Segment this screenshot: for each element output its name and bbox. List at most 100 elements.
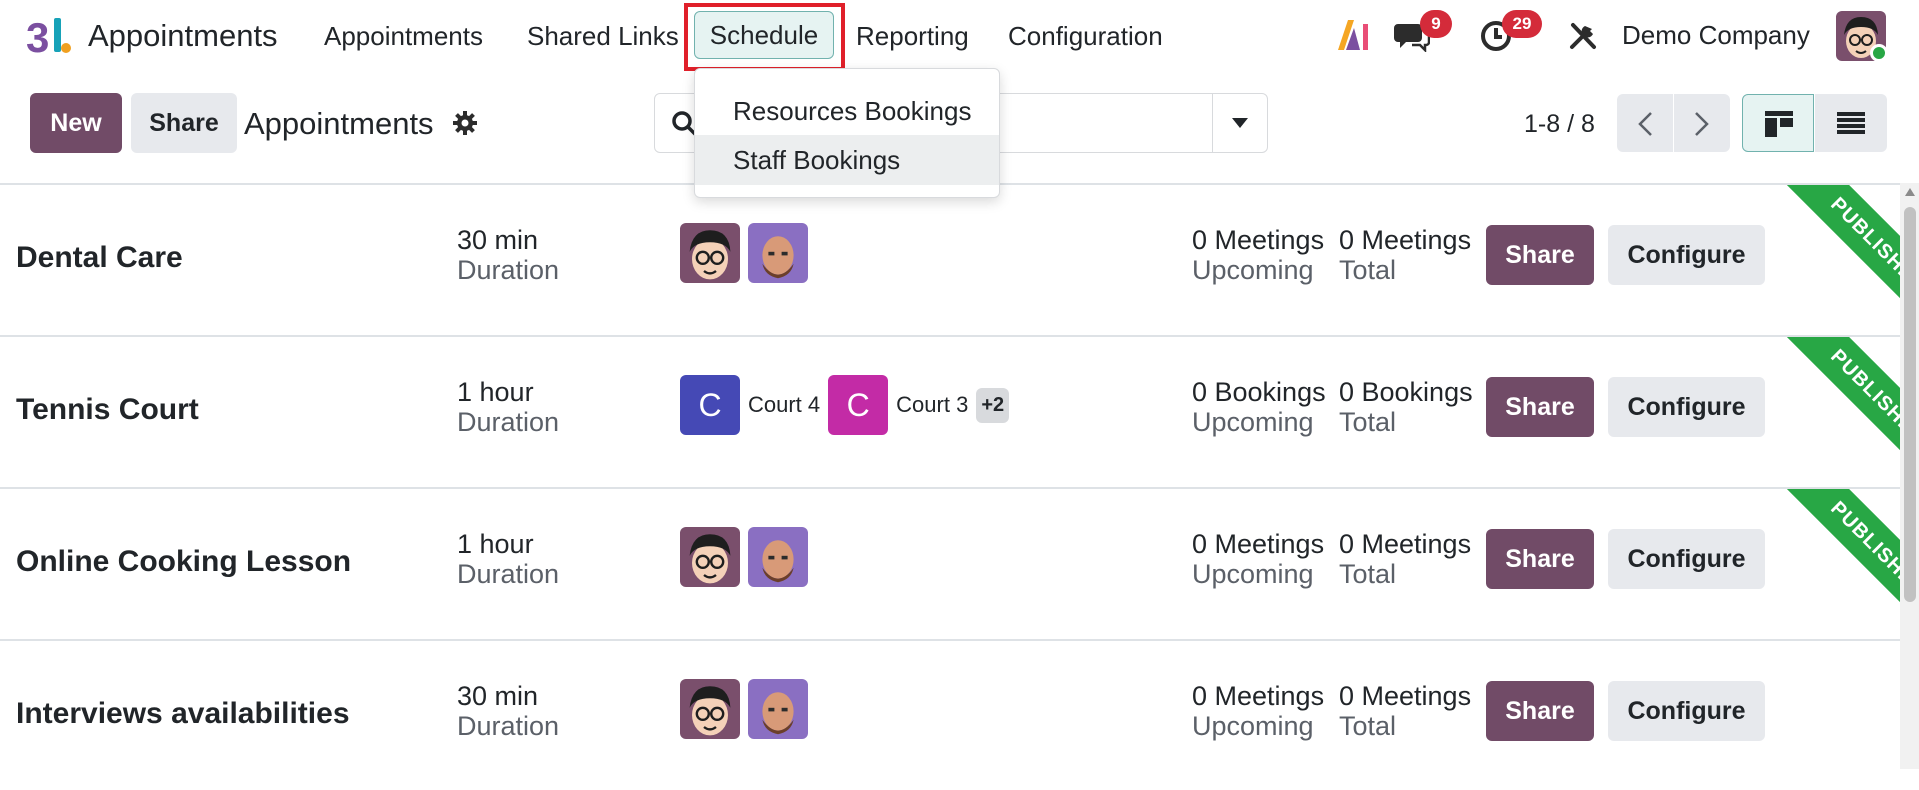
upcoming-value: 0 Meetings (1192, 529, 1325, 559)
upcoming-value: 0 Meetings (1192, 225, 1325, 255)
published-ribbon: PUBLISHED (1740, 185, 1900, 334)
duration-label: Duration (457, 255, 560, 285)
appointment-name: Interviews availabilities (16, 697, 350, 730)
pager-previous-button[interactable] (1617, 94, 1673, 152)
appointments-app-logo[interactable]: 3 (26, 14, 76, 58)
menu-configuration[interactable]: Configuration (1008, 20, 1163, 52)
menu-schedule[interactable]: Schedule (694, 11, 834, 59)
total-value: 0 Bookings (1339, 377, 1473, 407)
duration-label: Duration (457, 407, 560, 437)
scrollbar[interactable] (1900, 183, 1919, 769)
published-ribbon: PUBLISHED (1740, 337, 1900, 486)
row-share-button[interactable]: Share (1486, 681, 1594, 741)
row-share-button[interactable]: Share (1486, 225, 1594, 285)
staff-avatars (680, 527, 816, 587)
scroll-up-arrow[interactable] (1905, 188, 1915, 196)
duration-value: 1 hour (457, 529, 534, 559)
menu-item-staff-bookings[interactable]: Staff Bookings (695, 135, 999, 185)
resource-avatars: C Court 4 C Court 3 +2 (680, 375, 1010, 435)
duration-label: Duration (457, 711, 560, 741)
appointment-name: Online Cooking Lesson (16, 545, 352, 578)
list-view-button[interactable] (1815, 94, 1887, 152)
total-label: Total (1339, 559, 1397, 589)
upcoming-label: Upcoming (1192, 255, 1314, 285)
row-share-button[interactable]: Share (1486, 377, 1594, 437)
published-ribbon: PUBLISHED (1740, 489, 1900, 638)
list-icon (1837, 112, 1865, 134)
upcoming-value: 0 Bookings (1192, 377, 1326, 407)
debug-tools-icon[interactable] (1567, 20, 1599, 52)
staff-avatar[interactable] (680, 223, 740, 283)
total-label: Total (1339, 407, 1397, 437)
total-stat: 0 Meetings Total (1339, 681, 1471, 741)
new-button[interactable]: New (30, 93, 122, 153)
resource-avatar[interactable]: C (828, 375, 889, 435)
upcoming-value: 0 Meetings (1192, 681, 1325, 711)
ai-icon[interactable] (1336, 18, 1370, 52)
total-stat: 0 Bookings Total (1339, 377, 1473, 437)
appointment-name: Tennis Court (16, 393, 199, 426)
upcoming-stat: 0 Meetings Upcoming (1192, 681, 1324, 741)
duration-value: 30 min (457, 681, 539, 711)
ribbon-label: PUBLISHED (1777, 185, 1900, 334)
schedule-dropdown-menu: Resources Bookings Staff Bookings (694, 68, 1000, 198)
menu-shared-links[interactable]: Shared Links (527, 20, 679, 52)
appointment-name: Dental Care (16, 241, 183, 274)
scrollbar-thumb[interactable] (1904, 207, 1916, 602)
upcoming-label: Upcoming (1192, 559, 1314, 589)
menu-appointments[interactable]: Appointments (324, 20, 483, 52)
list-item[interactable]: Online Cooking Lesson 1 hour Duration 0 … (0, 487, 1900, 638)
staff-avatar[interactable] (748, 527, 808, 587)
total-value: 0 Meetings (1339, 681, 1472, 711)
more-resources-badge[interactable]: +2 (976, 387, 1010, 423)
staff-avatar[interactable] (748, 679, 808, 739)
total-value: 0 Meetings (1339, 529, 1472, 559)
list-item[interactable]: Dental Care 30 min Duration 0 Meetings U… (0, 183, 1900, 334)
menu-reporting[interactable]: Reporting (856, 20, 969, 52)
caret-down-icon (1232, 118, 1248, 128)
resource-avatar[interactable]: C (680, 375, 740, 435)
breadcrumb-title: Appointments (244, 106, 434, 141)
messages-badge: 9 (1420, 10, 1452, 38)
total-label: Total (1339, 711, 1397, 741)
search-options-toggle[interactable] (1212, 94, 1268, 152)
duration-block: 30 min Duration (457, 225, 559, 285)
kanban-icon (1765, 111, 1793, 137)
upcoming-label: Upcoming (1192, 711, 1314, 741)
share-button[interactable]: Share (131, 93, 237, 153)
pager-value[interactable]: 1-8 / 8 (1524, 110, 1595, 139)
total-stat: 0 Meetings Total (1339, 529, 1471, 589)
online-status-dot (1870, 44, 1888, 62)
resource-label: Court 4 (748, 392, 821, 417)
total-value: 0 Meetings (1339, 225, 1472, 255)
configure-button[interactable]: Configure (1608, 681, 1765, 741)
total-stat: 0 Meetings Total (1339, 225, 1471, 285)
list-item[interactable]: Interviews availabilities 30 min Duratio… (0, 639, 1900, 790)
duration-value: 1 hour (457, 377, 534, 407)
menu-item-resources-bookings[interactable]: Resources Bookings (695, 86, 999, 136)
activities-badge: 29 (1502, 10, 1542, 38)
ribbon-label: PUBLISHED (1777, 489, 1900, 638)
duration-block: 30 min Duration (457, 681, 559, 741)
row-share-button[interactable]: Share (1486, 529, 1594, 589)
upcoming-stat: 0 Meetings Upcoming (1192, 529, 1324, 589)
staff-avatar[interactable] (748, 223, 808, 283)
staff-avatar[interactable] (680, 679, 740, 739)
company-switcher[interactable]: Demo Company (1622, 20, 1810, 51)
duration-block: 1 hour Duration (457, 377, 559, 437)
staff-avatar[interactable] (680, 527, 740, 587)
resource-label: Court 3 (896, 392, 969, 417)
upcoming-stat: 0 Bookings Upcoming (1192, 377, 1326, 437)
list-item[interactable]: Tennis Court 1 hour Duration C Court 4 C… (0, 335, 1900, 486)
chevron-right-icon (1695, 112, 1709, 136)
chevron-left-icon (1638, 112, 1652, 136)
gear-icon[interactable] (452, 110, 478, 136)
svg-text:3: 3 (26, 14, 49, 58)
app-name[interactable]: Appointments (88, 18, 278, 54)
upcoming-label: Upcoming (1192, 407, 1314, 437)
duration-value: 30 min (457, 225, 539, 255)
pager-next-button[interactable] (1674, 94, 1730, 152)
kanban-view-button[interactable] (1742, 94, 1814, 152)
staff-avatars (680, 679, 816, 739)
upcoming-stat: 0 Meetings Upcoming (1192, 225, 1324, 285)
